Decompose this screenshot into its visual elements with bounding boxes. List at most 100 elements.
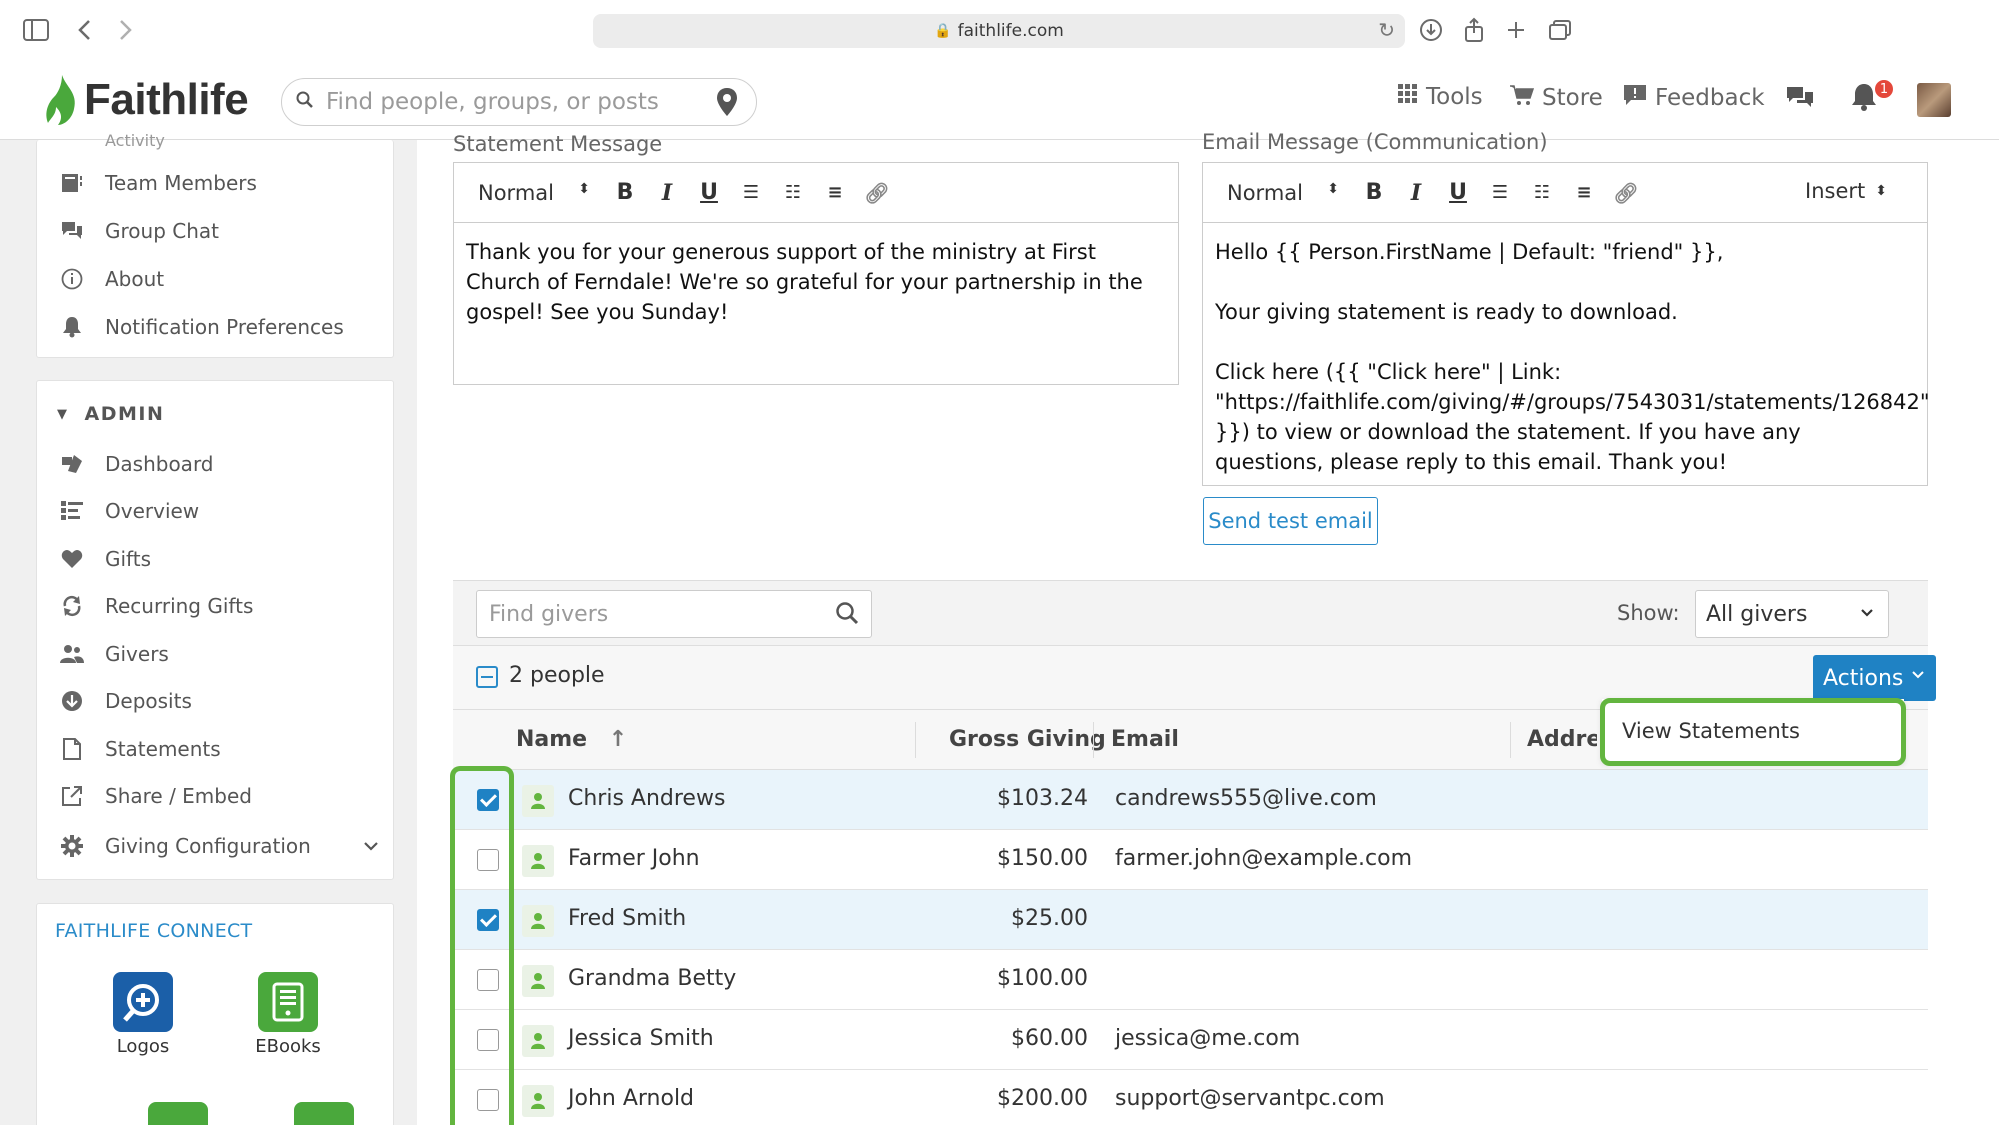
url-bar[interactable]: 🔒 faithlife.com ↻ — [593, 14, 1405, 48]
send-test-email-button[interactable]: Send test email — [1203, 497, 1378, 545]
updown-icon: ⬍ — [578, 180, 590, 197]
ordered-list-icon[interactable]: ☰ — [1479, 182, 1521, 203]
table-row[interactable]: Chris Andrews $103.24 candrews555@live.com — [453, 770, 1928, 830]
giver-name[interactable]: Chris Andrews — [568, 786, 725, 811]
underline-icon[interactable]: U — [688, 180, 730, 205]
app-tile-partial[interactable] — [294, 1102, 354, 1125]
tabs-overview-icon[interactable] — [1544, 14, 1576, 46]
select-all-checkbox[interactable] — [476, 666, 498, 688]
giver-name[interactable]: Farmer John — [568, 846, 700, 871]
sidebar-item-deposits[interactable]: Deposits — [59, 688, 192, 714]
format-select[interactable]: Normal ⬍ — [478, 181, 590, 205]
share-sheet-icon[interactable] — [1458, 14, 1490, 46]
table-row[interactable]: Farmer John $150.00 farmer.john@example.co… — [453, 830, 1928, 890]
underline-icon[interactable]: U — [1437, 180, 1479, 205]
bold-icon[interactable]: B — [604, 180, 646, 205]
bullet-list-icon[interactable]: ☷ — [1521, 182, 1563, 203]
avatar[interactable] — [1917, 83, 1951, 117]
sidebar-item-activity[interactable]: Activity — [59, 130, 165, 150]
sidebar-item-share-embed[interactable]: Share / Embed — [59, 783, 252, 809]
column-header-email[interactable]: Email — [1111, 727, 1179, 752]
column-divider[interactable] — [1093, 722, 1094, 758]
sidebar-item-givers[interactable]: Givers — [59, 641, 169, 667]
header-search[interactable] — [281, 78, 757, 126]
giver-name[interactable]: Grandma Betty — [568, 966, 736, 991]
statement-message-label: Statement Message — [453, 132, 663, 156]
messages-button[interactable] — [1785, 84, 1815, 116]
align-icon[interactable]: ≡ — [1563, 182, 1605, 203]
givers-filter-bar: Show: All givers — [453, 581, 1928, 646]
bold-icon[interactable]: B — [1353, 180, 1395, 205]
sidebar-item-team-members[interactable]: Team Members — [59, 170, 257, 196]
giver-gross-giving: $103.24 — [997, 786, 1088, 811]
logos-app-label[interactable]: Logos — [93, 1036, 193, 1057]
show-filter-select[interactable]: All givers — [1695, 590, 1889, 638]
location-pin-icon[interactable] — [716, 87, 738, 121]
store-link[interactable]: Store — [1510, 84, 1603, 112]
search-input[interactable] — [326, 89, 686, 115]
italic-icon[interactable]: I — [646, 180, 688, 206]
giver-gross-giving: $25.00 — [1011, 906, 1088, 931]
tools-link[interactable]: Tools — [1398, 84, 1483, 110]
chevron-down-icon[interactable] — [363, 833, 379, 857]
column-divider[interactable] — [915, 722, 916, 758]
feedback-link[interactable]: Feedback — [1623, 84, 1765, 112]
giver-name[interactable]: John Arnold — [568, 1086, 694, 1111]
faithlife-logo[interactable]: Faithlife — [44, 70, 249, 130]
giver-name[interactable]: Jessica Smith — [568, 1026, 714, 1051]
logos-app-icon[interactable] — [113, 972, 173, 1032]
column-header-name[interactable]: Name ↑ — [516, 727, 627, 752]
statement-body[interactable]: Thank you for your generous support of t… — [454, 223, 1178, 341]
ebooks-app-label[interactable]: EBooks — [238, 1036, 338, 1057]
ordered-list-icon[interactable]: ☰ — [730, 182, 772, 203]
insert-select[interactable]: Insert ⬍ — [1805, 179, 1887, 203]
column-divider[interactable] — [1510, 722, 1511, 758]
sidebar-item-statements[interactable]: Statements — [59, 736, 221, 762]
reload-icon[interactable]: ↻ — [1378, 18, 1395, 42]
table-row[interactable]: John Arnold $200.00 support@servantpc.com — [453, 1070, 1928, 1125]
table-row[interactable]: Fred Smith $25.00 — [453, 890, 1928, 950]
italic-icon[interactable]: I — [1395, 180, 1437, 206]
admin-section-toggle[interactable]: ▼ ADMIN — [57, 403, 164, 425]
actions-button[interactable]: Actions — [1813, 655, 1936, 701]
browser-toolbar: 🔒 faithlife.com ↻ — [0, 0, 1999, 60]
info-icon — [59, 266, 85, 292]
sidebar-item-recurring-gifts[interactable]: Recurring Gifts — [59, 593, 253, 619]
updown-icon: ⬍ — [1875, 183, 1887, 199]
new-tab-icon[interactable] — [1500, 14, 1532, 46]
column-header-gross-giving[interactable]: Gross Giving — [949, 727, 1106, 752]
search-icon[interactable] — [835, 601, 859, 631]
giver-gross-giving: $100.00 — [997, 966, 1088, 991]
sidebar-item-overview[interactable]: Overview — [59, 498, 199, 524]
find-givers-search[interactable] — [476, 590, 872, 638]
bullet-list-icon[interactable]: ☷ — [772, 182, 814, 203]
app-tile-partial[interactable] — [148, 1102, 208, 1125]
format-select[interactable]: Normal ⬍ — [1227, 181, 1339, 205]
giver-gross-giving: $150.00 — [997, 846, 1088, 871]
sidebar-item-giving-configuration[interactable]: Giving Configuration — [59, 833, 379, 859]
column-header-address[interactable]: Address — [1527, 727, 1597, 752]
sidebar-item-notification-preferences[interactable]: Notification Preferences — [59, 314, 344, 340]
giver-name[interactable]: Fred Smith — [568, 906, 686, 931]
sidebar-item-group-chat[interactable]: Group Chat — [59, 218, 219, 244]
person-icon — [522, 785, 554, 817]
ebooks-app-icon[interactable] — [258, 972, 318, 1032]
email-body[interactable]: Hello {{ Person.FirstName | Default: "fr… — [1203, 223, 1930, 491]
link-icon[interactable]: 🔗︎ — [1605, 181, 1647, 205]
sidebar-item-gifts[interactable]: Gifts — [59, 546, 151, 572]
back-icon[interactable] — [68, 14, 100, 46]
table-row[interactable]: Grandma Betty $100.00 — [453, 950, 1928, 1010]
download-icon[interactable] — [1415, 14, 1447, 46]
statement-editor: Normal ⬍ B I U ☰ ☷ ≡ 🔗︎ Thank you for yo… — [453, 162, 1179, 385]
sidebar-toggle-icon[interactable] — [20, 14, 52, 46]
overview-icon — [59, 498, 85, 524]
sidebar-item-label: Share / Embed — [105, 784, 252, 808]
align-icon[interactable]: ≡ — [814, 182, 856, 203]
forward-icon[interactable] — [110, 14, 142, 46]
table-row[interactable]: Jessica Smith $60.00 jessica@me.com — [453, 1010, 1928, 1070]
sidebar-item-dashboard[interactable]: Dashboard — [59, 451, 214, 477]
person-icon — [522, 965, 554, 997]
find-givers-input[interactable] — [477, 601, 817, 627]
link-icon[interactable]: 🔗︎ — [856, 181, 898, 205]
sidebar-item-about[interactable]: About — [59, 266, 164, 292]
